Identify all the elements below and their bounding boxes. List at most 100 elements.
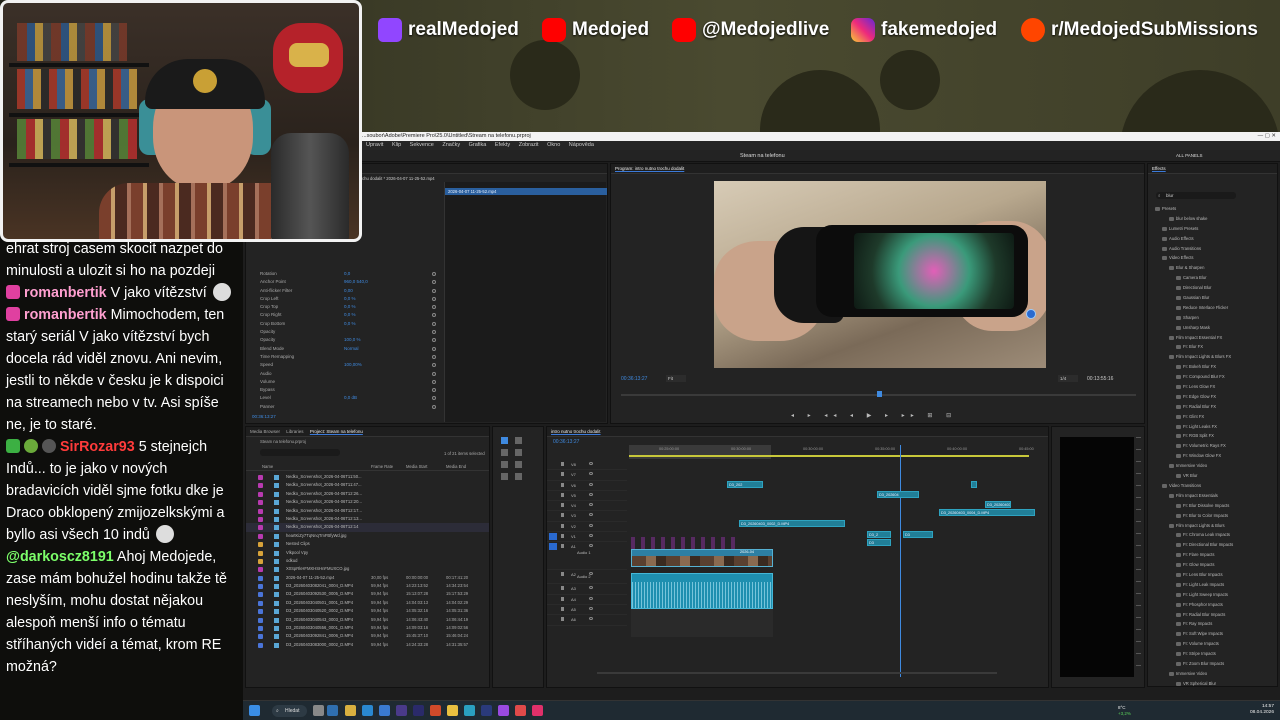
- label-color-swatch[interactable]: [258, 500, 263, 506]
- effect-property-row[interactable]: Audio: [246, 370, 446, 378]
- timeline-timecode[interactable]: 00:36:13:27: [553, 439, 579, 445]
- effects-tree-item[interactable]: Video Transitions: [1152, 481, 1276, 491]
- source-patch-toggle[interactable]: [549, 533, 557, 541]
- menu-item[interactable]: Sekvence: [410, 142, 434, 148]
- project-item-row[interactable]: D3_20260403092530_0005_D.MP4 59,94 fps 15:…: [246, 590, 489, 598]
- effects-tree-item[interactable]: FI: Glint FX: [1152, 412, 1276, 422]
- task-view-icon[interactable]: [313, 705, 324, 716]
- program-timecode-current[interactable]: 00:36:13:27: [621, 376, 647, 382]
- menu-item[interactable]: Zobrazit: [519, 142, 539, 148]
- keyframe-stopwatch-icon[interactable]: [432, 272, 436, 276]
- video-track-header[interactable]: V1: [547, 532, 627, 543]
- keyframe-stopwatch-icon[interactable]: [432, 354, 436, 359]
- pen-tool-icon[interactable]: [515, 461, 522, 468]
- app-icon[interactable]: [498, 705, 509, 716]
- effects-tree-item[interactable]: Blur & Sharpen: [1152, 263, 1276, 273]
- effects-tree-item[interactable]: Camera Blur: [1152, 273, 1276, 283]
- menu-item[interactable]: Upravit: [366, 142, 383, 148]
- effects-tree-item[interactable]: Gaussian Blur: [1152, 293, 1276, 303]
- effects-tree-item[interactable]: Film Impact Essential FX: [1152, 333, 1276, 343]
- effects-tree-item[interactable]: Audio Transitions: [1152, 244, 1276, 254]
- mute-icon[interactable]: [589, 596, 593, 600]
- all-panels-button[interactable]: ALL PANELS: [1176, 153, 1203, 158]
- video-track-header[interactable]: V4: [547, 501, 627, 512]
- effect-property-row[interactable]: Level 0,0 dB: [246, 394, 446, 402]
- lock-icon[interactable]: [561, 462, 564, 466]
- keyframe-stopwatch-icon[interactable]: [432, 288, 436, 293]
- label-color-swatch[interactable]: [258, 642, 263, 648]
- effects-tree-item[interactable]: FI: Compound Blur FX: [1152, 372, 1276, 382]
- slip-tool-icon[interactable]: [501, 461, 508, 468]
- label-color-swatch[interactable]: [258, 575, 263, 581]
- column-media-start[interactable]: Media Start: [406, 463, 427, 471]
- label-color-swatch[interactable]: [258, 567, 263, 573]
- lock-icon[interactable]: [561, 596, 564, 601]
- timeline-ruler[interactable]: 00:25:00:00 00:30:00:00 00:30:00:00 00:3…: [629, 445, 1034, 459]
- store-icon[interactable]: [379, 705, 390, 716]
- taskbar-search[interactable]: ⌕ Hledat: [272, 705, 307, 717]
- effects-tree-item[interactable]: FI: Lens Blur Impacts: [1152, 570, 1276, 580]
- effects-tree-item[interactable]: Directional Blur: [1152, 283, 1276, 293]
- project-item-row[interactable]: D3_20260403082041_0004_D.MP4 59,94 fps 14:…: [246, 582, 489, 590]
- razor-tool-icon[interactable]: [515, 449, 522, 456]
- label-color-swatch[interactable]: [258, 584, 263, 590]
- label-color-swatch[interactable]: [258, 533, 263, 539]
- effects-tree-item[interactable]: Audio Effects: [1152, 234, 1276, 244]
- label-color-swatch[interactable]: [258, 626, 263, 632]
- effect-property-row[interactable]: Bypass: [246, 386, 446, 394]
- lock-icon[interactable]: [561, 523, 564, 528]
- audio-track-header[interactable]: A6: [547, 615, 627, 626]
- effect-property-row[interactable]: Anchor Point 960,0 540,0: [246, 278, 446, 286]
- effects-tree-item[interactable]: FI: Directional Blur Impacts: [1152, 540, 1276, 550]
- effects-tree-item[interactable]: Immersive Video: [1152, 669, 1276, 679]
- app-icon[interactable]: [430, 705, 441, 716]
- label-color-swatch[interactable]: [258, 491, 263, 497]
- project-item-row[interactable]: X0SpRkHFMXHSHnFMUXCO.jpg: [246, 565, 489, 573]
- label-color-swatch[interactable]: [258, 475, 263, 480]
- lock-icon[interactable]: [561, 513, 564, 518]
- effects-tree-item[interactable]: FI: Radial Blur Impacts: [1152, 610, 1276, 620]
- keyframe-stopwatch-icon[interactable]: [432, 346, 436, 351]
- project-item-row[interactable]: Nested Clips: [246, 540, 489, 548]
- effects-tree-item[interactable]: Presets: [1152, 204, 1276, 214]
- resolution-select[interactable]: 1/4: [1058, 375, 1078, 382]
- keyframe-stopwatch-icon[interactable]: [432, 313, 436, 318]
- project-item-row[interactable]: Nedko_Screenshot_2026-04-06T12:20...: [246, 498, 489, 506]
- keyframe-stopwatch-icon[interactable]: [432, 321, 436, 326]
- lock-icon[interactable]: [561, 472, 564, 477]
- effects-tree-item[interactable]: Film Impact Lights & Blurs: [1152, 521, 1276, 531]
- effects-tree-item[interactable]: Reduce Interlace Flicker: [1152, 303, 1276, 313]
- label-color-swatch[interactable]: [258, 558, 263, 564]
- effects-tree-item[interactable]: Film Impact Lights & Blurs FX: [1152, 352, 1276, 362]
- timeline-clip[interactable]: D3_202604: [877, 491, 919, 498]
- effects-tree-item[interactable]: Unsharp Mask: [1152, 323, 1276, 333]
- project-item-row[interactable]: D3_20260403040556_0001_D.MP4 59,94 fps 14:…: [246, 624, 489, 632]
- keyframe-stopwatch-icon[interactable]: [432, 379, 436, 384]
- column-media-end[interactable]: Media End: [446, 463, 466, 471]
- label-color-swatch[interactable]: [258, 508, 263, 514]
- tab-project[interactable]: Project: Steam na telefonu: [310, 429, 363, 434]
- chat-username[interactable]: @darkoscz8191: [6, 549, 114, 565]
- effects-tree-item[interactable]: FI: Volumetric Rays FX: [1152, 441, 1276, 451]
- effects-tree-item[interactable]: FI: Lens Glow FX: [1152, 382, 1276, 392]
- eye-icon[interactable]: [589, 472, 593, 476]
- zoom-select[interactable]: Fit: [666, 375, 686, 382]
- lock-icon[interactable]: [561, 544, 564, 549]
- keyframe-stopwatch-icon[interactable]: [432, 280, 436, 285]
- effects-tree-item[interactable]: FI: Phosphor Impacts: [1152, 600, 1276, 610]
- effects-tree-item[interactable]: FI: Ray Impacts: [1152, 619, 1276, 629]
- effects-search-input[interactable]: ⌕ blur: [1156, 192, 1236, 199]
- effect-property-row[interactable]: Rotation 0,0: [246, 270, 446, 278]
- telegram-icon[interactable]: [464, 705, 475, 716]
- tab-program[interactable]: Program: intro nutno trochu dodalit: [615, 166, 684, 171]
- label-color-swatch[interactable]: [258, 483, 263, 489]
- label-color-swatch[interactable]: [258, 609, 263, 615]
- property-value[interactable]: 960,0 540,0: [344, 278, 368, 286]
- effects-tree-item[interactable]: blur below shake: [1152, 214, 1276, 224]
- type-tool-icon[interactable]: [515, 473, 522, 480]
- menu-item[interactable]: Klip: [392, 142, 401, 148]
- effects-tree-item[interactable]: Immersive Video: [1152, 461, 1276, 471]
- effect-property-row[interactable]: Blend Mode Normal: [246, 345, 446, 353]
- chat-username[interactable]: SirRozar93: [60, 439, 135, 455]
- menu-item[interactable]: Efekty: [495, 142, 510, 148]
